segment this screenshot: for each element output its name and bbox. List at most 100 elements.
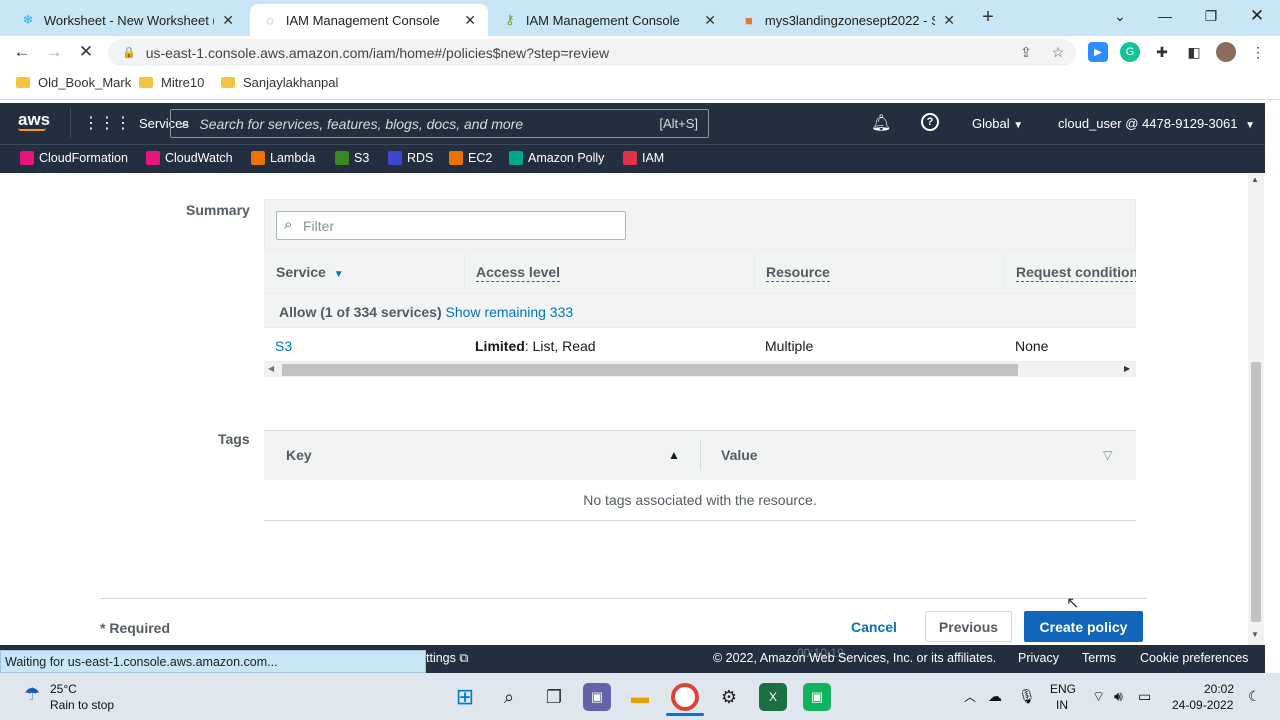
- favorite-label: Amazon Polly: [528, 151, 605, 165]
- sort-up-icon[interactable]: ▲: [668, 448, 680, 462]
- close-icon[interactable]: ✕: [943, 12, 955, 29]
- stop-loading-button[interactable]: ✕: [74, 42, 98, 62]
- column-request-condition[interactable]: Request condition: [1016, 264, 1136, 282]
- clock-date[interactable]: 24-09-2022: [1172, 698, 1233, 712]
- lang-in[interactable]: IN: [1056, 698, 1068, 712]
- tab-iam[interactable]: ⚷ IAM Management Console ✕: [490, 4, 728, 36]
- windows-start-icon[interactable]: ⊞: [451, 683, 479, 711]
- kebab-menu-icon[interactable]: ⋮: [1248, 42, 1268, 62]
- create-policy-button[interactable]: Create policy: [1024, 611, 1143, 642]
- tab-worksheet[interactable]: ❄ Worksheet - New Worksheet (1/1) ✕: [8, 4, 246, 36]
- side-panel-icon[interactable]: ◧: [1184, 42, 1204, 62]
- avatar[interactable]: [1216, 42, 1236, 62]
- favorite-lambda[interactable]: Lambda: [251, 151, 315, 165]
- grammarly-extension-icon[interactable]: G: [1120, 42, 1140, 62]
- region-selector[interactable]: Global ▼: [972, 116, 1023, 131]
- sort-down-icon[interactable]: ▽: [1103, 448, 1112, 462]
- privacy-link[interactable]: Privacy: [1018, 651, 1059, 665]
- column-resource[interactable]: Resource: [766, 264, 830, 282]
- tab-s3[interactable]: ■ mys3landingzonesept2022 - S3 b ✕: [729, 4, 967, 36]
- aws-logo[interactable]: aws: [18, 110, 50, 131]
- scroll-up-icon[interactable]: ▲: [1251, 175, 1259, 184]
- star-icon[interactable]: ☆: [1048, 42, 1068, 62]
- close-window-button[interactable]: ✕: [1242, 4, 1272, 28]
- feedback-settings-link[interactable]: ttings ⧉: [426, 651, 468, 666]
- copyright: © 2022, Amazon Web Services, Inc. or its…: [713, 651, 997, 665]
- file-explorer-icon[interactable]: ▬: [626, 683, 654, 711]
- filter-placeholder: Filter: [303, 217, 335, 234]
- zoom-extension-icon[interactable]: ▶: [1088, 42, 1108, 62]
- chevron-down-icon[interactable]: ⌄: [1105, 4, 1135, 28]
- minimize-button[interactable]: —: [1150, 4, 1180, 28]
- excel-icon[interactable]: X: [759, 683, 787, 711]
- bookmark-old-book-mark[interactable]: Old_Book_Mark: [16, 75, 131, 90]
- cancel-button[interactable]: Cancel: [842, 611, 906, 642]
- access-level-rest: : List, Read: [524, 338, 596, 354]
- help-icon[interactable]: ?: [921, 113, 939, 131]
- column-value[interactable]: Value: [721, 447, 758, 463]
- favorite-ec2[interactable]: EC2: [449, 151, 492, 165]
- favorite-label: Lambda: [270, 151, 316, 165]
- back-button[interactable]: ←: [10, 42, 34, 62]
- clock-time[interactable]: 20:02: [1204, 682, 1234, 696]
- close-icon[interactable]: ✕: [464, 12, 476, 29]
- column-label: Service: [276, 264, 326, 280]
- volume-icon[interactable]: 🔊︎: [1114, 688, 1123, 705]
- scroll-down-icon[interactable]: ▼: [1251, 630, 1259, 639]
- moon-icon[interactable]: ☾: [1248, 688, 1261, 705]
- weather-temp[interactable]: 25°C: [50, 682, 77, 696]
- favorite-rds[interactable]: RDS: [388, 151, 433, 165]
- share-icon[interactable]: ⇪: [1016, 42, 1036, 62]
- lang-eng[interactable]: ENG: [1050, 682, 1076, 696]
- microphone-icon[interactable]: 🎙︎: [1018, 688, 1036, 705]
- green-app-icon[interactable]: ▣: [803, 683, 831, 711]
- favorite-cloudformation[interactable]: CloudFormation: [20, 151, 128, 165]
- terms-link[interactable]: Terms: [1082, 651, 1116, 665]
- filter-input[interactable]: ⌕ Filter: [276, 211, 626, 240]
- restore-button[interactable]: ❐: [1196, 4, 1226, 28]
- page-scrollbar-thumb[interactable]: [1251, 362, 1261, 622]
- teams-chat-icon[interactable]: ▣: [583, 683, 611, 711]
- search-shortcut: [Alt+S]: [659, 116, 698, 131]
- bookmark-mitre10[interactable]: Mitre10: [139, 75, 204, 90]
- wifi-icon[interactable]: ⌔: [1092, 688, 1105, 706]
- umbrella-weather-icon[interactable]: ☂: [24, 684, 40, 705]
- chrome-icon[interactable]: [671, 683, 699, 711]
- favorite-iam[interactable]: IAM: [623, 151, 664, 165]
- close-icon[interactable]: ✕: [704, 12, 716, 29]
- horizontal-scroll-thumb[interactable]: [282, 364, 1018, 376]
- scroll-right-icon[interactable]: ▶: [1124, 364, 1130, 373]
- nav-divider: [70, 108, 71, 138]
- service-s3-link[interactable]: S3: [275, 338, 292, 354]
- battery-icon[interactable]: ▭: [1138, 688, 1151, 705]
- favorite-amazon-polly[interactable]: Amazon Polly: [509, 151, 604, 165]
- new-tab-button[interactable]: +: [977, 6, 999, 28]
- weather-desc[interactable]: Rain to stop: [50, 698, 114, 712]
- previous-button[interactable]: Previous: [925, 611, 1012, 642]
- aws-search-input[interactable]: ⌕ Search for services, features, blogs, …: [170, 109, 709, 138]
- favorite-s3[interactable]: S3: [335, 151, 369, 165]
- close-icon[interactable]: ✕: [222, 12, 234, 29]
- address-bar[interactable]: 🔒 us-east-1.console.aws.amazon.com/iam/h…: [108, 39, 1076, 66]
- scroll-left-icon[interactable]: ◀: [268, 364, 274, 373]
- cookie-preferences-link[interactable]: Cookie preferences: [1140, 651, 1248, 665]
- task-view-icon[interactable]: ❐: [540, 683, 568, 711]
- bookmark-sanjaylakhanpal[interactable]: Sanjaylakhanpal: [221, 75, 338, 90]
- settings-gear-icon[interactable]: ⚙: [715, 683, 743, 711]
- search-icon[interactable]: ⌕: [495, 683, 523, 711]
- column-key[interactable]: Key: [286, 447, 312, 463]
- show-hidden-icons[interactable]: ︿: [964, 688, 976, 705]
- summary-table-header: [264, 250, 1136, 294]
- mouse-cursor-icon: ↖: [1066, 595, 1080, 612]
- tab-iam-active[interactable]: ◌ IAM Management Console ✕: [250, 4, 488, 36]
- cloud-icon[interactable]: ☁: [988, 688, 1002, 705]
- puzzle-extensions-icon[interactable]: ✚: [1152, 42, 1172, 62]
- favorite-cloudwatch[interactable]: CloudWatch: [146, 151, 233, 165]
- show-remaining-link[interactable]: Show remaining 333: [446, 304, 574, 320]
- bell-icon[interactable]: 🔔︎: [871, 113, 891, 133]
- forward-button[interactable]: →: [42, 42, 66, 62]
- aws-logo-text: aws: [18, 110, 51, 129]
- column-service[interactable]: Service ▼: [276, 264, 344, 280]
- column-access-level[interactable]: Access level: [476, 264, 561, 282]
- account-menu[interactable]: cloud_user @ 4478-9129-3061 ▼: [1058, 116, 1255, 131]
